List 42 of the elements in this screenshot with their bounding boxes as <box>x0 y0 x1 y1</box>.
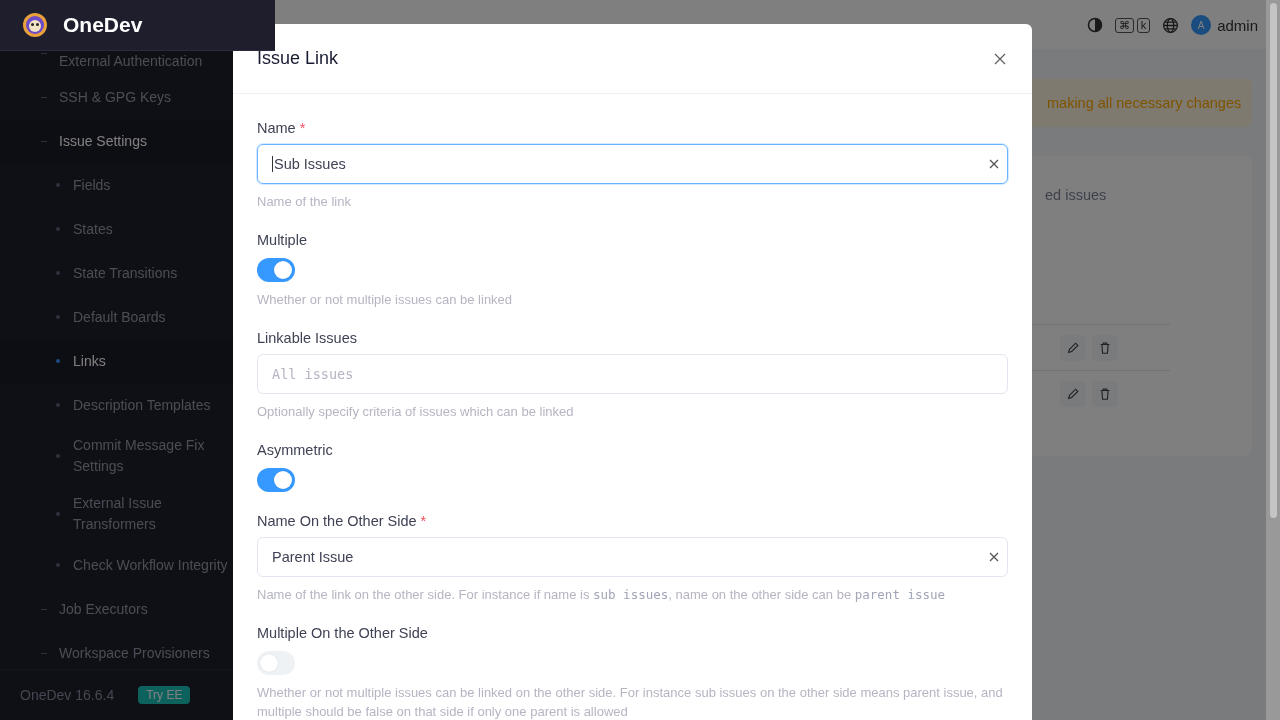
trash-icon <box>1098 340 1112 355</box>
trash-icon <box>1098 386 1112 401</box>
pencil-icon <box>1066 386 1080 401</box>
required-mark: * <box>299 120 306 136</box>
text-field[interactable]: Parent Issue <box>257 537 1008 577</box>
toggle-switch[interactable] <box>257 651 295 675</box>
avatar[interactable]: A <box>1191 15 1212 35</box>
delete-button[interactable] <box>1092 380 1118 407</box>
help-text: Name of the link on the other side. For instance if name is sub issues, name on the other side can be parent issue <box>257 586 947 604</box>
key: ⌘ <box>1114 17 1134 33</box>
edit-button[interactable] <box>1060 380 1086 407</box>
required-mark: * <box>420 513 427 529</box>
field-label: Name On the Other Side <box>257 513 417 529</box>
card-text: ed issues <box>1045 187 1107 203</box>
app-name: OneDev <box>63 13 143 37</box>
toggle-switch[interactable] <box>257 468 295 492</box>
help-text: Name of the link <box>257 193 352 211</box>
user-name[interactable]: admin <box>1217 16 1258 34</box>
key: k <box>1136 17 1151 33</box>
field-label: Multiple <box>257 232 307 248</box>
globe-icon[interactable] <box>1162 16 1180 34</box>
sidebar-item[interactable]: SSH & GPG Keys <box>0 75 275 119</box>
scrollbar-thumb[interactable] <box>1269 3 1277 518</box>
close-icon[interactable] <box>994 52 1006 65</box>
field-label: Multiple On the Other Side <box>257 625 428 641</box>
text-field[interactable]: Sub Issues <box>257 144 1008 184</box>
toggle-switch[interactable] <box>257 258 295 282</box>
contrast-icon[interactable] <box>1086 17 1103 33</box>
alert-text: making all necessary changes <box>1047 95 1242 111</box>
clear-icon[interactable] <box>989 159 999 169</box>
pencil-icon <box>1066 340 1080 355</box>
version-text: OneDev 16.6.4 <box>20 687 115 703</box>
help-text: Whether or not multiple issues can be linked on the other side. For instance sub issues on the other side means parent issue, and multiple should be false on that side if only one parent is allowed <box>257 684 1004 720</box>
query-field[interactable]: All issues <box>257 354 1008 394</box>
field-label: Asymmetric <box>257 442 333 458</box>
edit-button[interactable] <box>1060 334 1086 361</box>
logo-icon <box>21 11 49 39</box>
clear-icon[interactable] <box>989 552 999 562</box>
delete-button[interactable] <box>1092 334 1118 361</box>
dialog-title: Issue Link <box>257 48 339 69</box>
help-text: Optionally specify criteria of issues which can be linked <box>257 403 575 421</box>
try-button[interactable]: Try EE <box>138 686 191 704</box>
